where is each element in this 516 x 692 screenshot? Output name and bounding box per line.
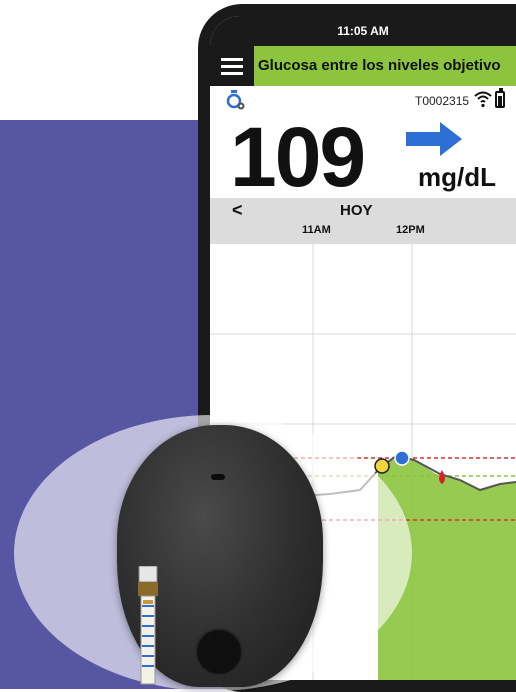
wifi-signal-icon	[474, 91, 492, 108]
sensor-settings-icon[interactable]	[226, 90, 246, 110]
sensor-filament-icon	[138, 566, 158, 685]
battery-icon	[495, 88, 505, 108]
status-bar: 11:05 AM	[210, 16, 516, 46]
chart-header: < HOY 11AM 12PM	[210, 198, 516, 244]
pod-slot	[211, 474, 225, 480]
event-marker-icon	[394, 450, 410, 466]
alert-text: Glucosa entre los niveles objetivo	[254, 46, 516, 86]
glucose-units: mg/dL	[418, 162, 496, 192]
pod-button-hole	[195, 628, 243, 676]
chart-back-button[interactable]: <	[232, 200, 243, 221]
time-label-11am: 11AM	[302, 224, 331, 236]
transmitter-id: T0002315	[415, 94, 470, 108]
calibration-marker-icon	[374, 458, 390, 474]
trend-arrow-right-icon	[406, 122, 462, 156]
status-time: 11:05 AM	[337, 24, 389, 38]
glucose-value: 109	[230, 110, 366, 204]
hamburger-menu-icon[interactable]	[210, 46, 254, 86]
time-label-12pm: 12PM	[396, 224, 425, 236]
alert-bar: Glucosa entre los niveles objetivo	[210, 46, 516, 86]
chart-day-label: HOY	[340, 202, 373, 219]
